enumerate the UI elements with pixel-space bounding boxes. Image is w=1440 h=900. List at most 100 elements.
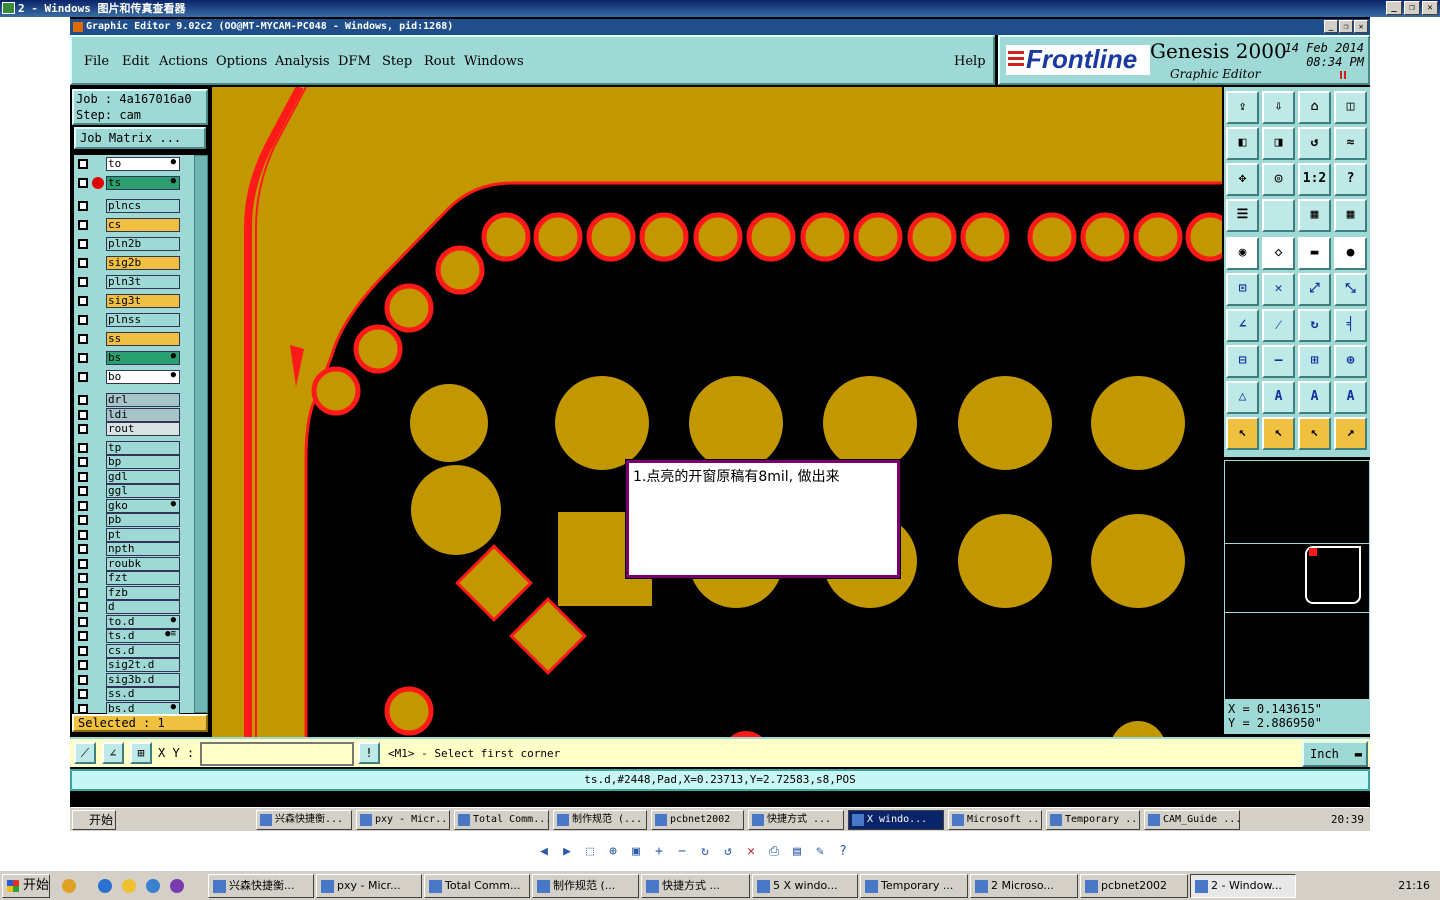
layer-row[interactable]: ggl <box>74 484 186 498</box>
layer-row[interactable]: bs ● <box>74 351 186 365</box>
previous-image-icon[interactable]: ◀ <box>536 844 552 860</box>
menu-options[interactable]: Options <box>216 54 267 69</box>
angle-tool-icon[interactable]: ∠ <box>102 742 124 764</box>
layer-name[interactable]: bs <box>106 351 180 365</box>
taskbar-item[interactable]: 2 - Window... <box>1190 874 1296 898</box>
layer-checkbox[interactable] <box>78 529 88 540</box>
taskbar-item[interactable]: 兴森快捷衡... <box>208 874 314 898</box>
window-split-icon[interactable]: ◫ <box>1334 91 1367 124</box>
layer-name[interactable]: cs.d <box>106 643 180 658</box>
layer-row[interactable]: fzb <box>74 585 186 600</box>
layer-checkbox[interactable] <box>78 334 88 344</box>
layer-name[interactable]: pln2b <box>106 237 180 251</box>
layer-checkbox[interactable] <box>78 515 88 525</box>
layer-row[interactable]: rout <box>74 422 186 436</box>
pad-select-icon[interactable]: ● <box>1334 237 1367 270</box>
pointer-icon[interactable]: ↖ <box>1226 417 1259 450</box>
layer-checkbox[interactable] <box>78 353 88 363</box>
zoom-out-icon[interactable]: − <box>674 844 690 860</box>
inner-taskbar-item[interactable]: 制作规范 (... <box>553 810 647 830</box>
layer-name[interactable]: cs <box>106 218 180 232</box>
layer-row[interactable]: to.d ● <box>74 614 186 629</box>
layer-checkbox[interactable] <box>78 486 88 496</box>
split-icon[interactable]: ⊞ <box>1298 345 1331 378</box>
minimize-button[interactable]: _ <box>1386 1 1402 15</box>
inner-start-button[interactable]: 开始 <box>72 810 116 830</box>
layer-name[interactable]: ggl <box>106 484 180 498</box>
taskbar-item[interactable]: 快捷方式 ... <box>641 874 750 898</box>
job-matrix-button[interactable]: Job Matrix ... <box>74 127 206 149</box>
arc-tool-icon[interactable]: ↻ <box>1298 309 1331 342</box>
layer-name[interactable]: roubk <box>106 556 180 571</box>
layer-checkbox[interactable] <box>78 616 88 627</box>
menu-file[interactable]: File <box>84 54 109 69</box>
pad-place-icon[interactable]: ⊟ <box>1226 345 1259 378</box>
text-icon[interactable]: A <box>1298 381 1331 414</box>
menu-analysis[interactable]: Analysis <box>275 54 330 69</box>
layer-checkbox[interactable] <box>78 457 88 467</box>
layer-checkbox[interactable] <box>78 178 88 188</box>
layer-list-scrollbar[interactable] <box>194 155 208 713</box>
layer-name[interactable]: pb <box>106 513 180 527</box>
layer-checkbox[interactable] <box>78 703 88 714</box>
export-icon[interactable]: ⇪ <box>1226 91 1259 124</box>
taskbar-item[interactable]: 制作规范 (... <box>532 874 639 898</box>
ge-close-button[interactable]: ✕ <box>1354 20 1368 33</box>
ie-icon[interactable] <box>98 879 112 893</box>
dash-line-icon[interactable]: — <box>1262 345 1295 378</box>
menu-dfm[interactable]: DFM <box>338 54 371 69</box>
draw-line-icon[interactable]: ⟋ <box>74 742 96 764</box>
start-button[interactable]: 开始 <box>2 874 50 898</box>
taskbar-item[interactable]: 5 X windo... <box>752 874 858 898</box>
taskbar-item[interactable]: Total Comm... <box>424 874 530 898</box>
layer-name[interactable]: pt <box>106 527 180 542</box>
snap-icon[interactable]: ≈ <box>1334 127 1367 160</box>
connect-icon[interactable]: ⊡ <box>1226 273 1259 306</box>
help-icon[interactable]: ? <box>835 844 851 860</box>
layer-name[interactable]: d <box>106 600 180 614</box>
zoom-area-icon[interactable]: ◎ <box>1262 163 1295 196</box>
inner-taskbar-item[interactable]: pcbnet2002 <box>651 810 744 830</box>
layer-row[interactable]: sig2b <box>74 256 186 270</box>
layer-row[interactable]: bp <box>74 455 186 469</box>
transform-icon[interactable]: ↗ <box>1334 417 1367 450</box>
taskbar-item[interactable]: pxy - Micr... <box>316 874 422 898</box>
add-line-icon[interactable]: ∠ <box>1226 309 1259 342</box>
layer-display-icon[interactable]: ☰ <box>1226 199 1259 232</box>
layer-name[interactable]: fzt <box>106 571 180 585</box>
layer-row[interactable]: ts ● <box>74 176 186 190</box>
layer-name[interactable]: plnss <box>106 313 180 327</box>
layer-checkbox[interactable] <box>78 631 88 641</box>
layer-row[interactable]: ts.d ●≡ <box>74 629 186 643</box>
layer-checkbox[interactable] <box>78 674 88 685</box>
layer-name[interactable]: tp <box>106 440 180 455</box>
layer-row[interactable]: pt <box>74 527 186 542</box>
layer-checkbox[interactable] <box>78 660 88 670</box>
info-icon[interactable]: ! <box>358 742 380 764</box>
select-poly-icon[interactable]: ◇ <box>1262 237 1295 270</box>
zoom-1to1-icon[interactable]: 1:2 <box>1298 163 1331 196</box>
import-icon[interactable]: ⇩ <box>1262 91 1295 124</box>
close-button[interactable]: ✕ <box>1422 1 1438 15</box>
graphics-canvas[interactable]: 1.点亮的开窗原稿有8mil, 做出来 <box>212 87 1222 737</box>
layer-row[interactable]: gko ● <box>74 498 186 513</box>
layer-checkbox[interactable] <box>78 587 88 598</box>
layer-row[interactable]: roubk <box>74 556 186 571</box>
add-pad-icon[interactable]: ⤡ <box>1334 273 1367 306</box>
prev-step-icon[interactable]: ◧ <box>1226 127 1259 160</box>
layer-checkbox[interactable] <box>78 645 88 656</box>
rotate-clockwise-icon[interactable]: ↻ <box>697 844 713 860</box>
polygon-icon[interactable]: △ <box>1226 381 1259 414</box>
delete-feature-icon[interactable]: ✕ <box>1262 273 1295 306</box>
layer-checkbox[interactable] <box>78 277 88 287</box>
xy-input[interactable] <box>200 742 354 766</box>
move-icon[interactable]: ⤢ <box>1298 273 1331 306</box>
inner-taskbar-item[interactable]: Microsoft ... <box>948 810 1042 830</box>
layer-row[interactable]: sig3b.d <box>74 672 186 687</box>
mirror-icon[interactable]: ╡ <box>1334 309 1367 342</box>
layer-checkbox[interactable] <box>78 315 88 325</box>
inner-taskbar-item[interactable]: Total Comm... <box>454 810 549 830</box>
layer-name[interactable]: sig2b <box>106 256 180 270</box>
menu-edit[interactable]: Edit <box>122 54 149 69</box>
layer-checkbox[interactable] <box>78 573 88 583</box>
